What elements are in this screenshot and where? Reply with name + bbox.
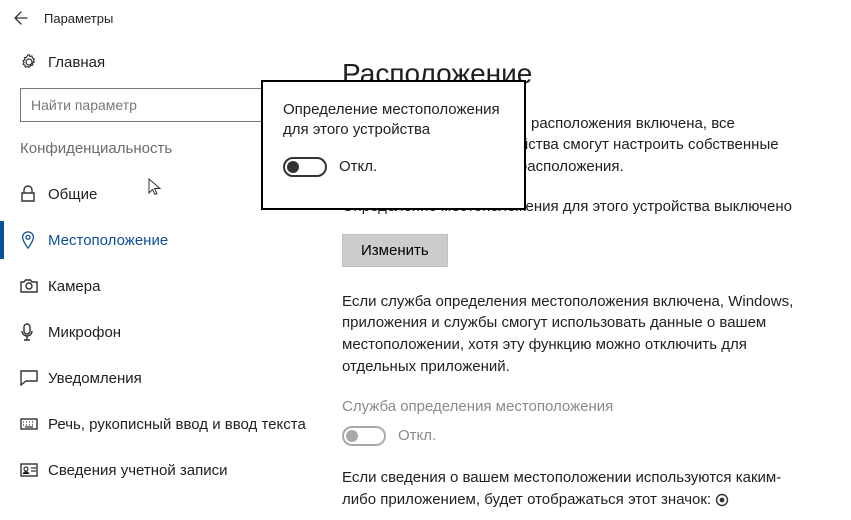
search-input[interactable] bbox=[20, 88, 270, 122]
nav-item-speech[interactable]: Речь, рукописный ввод и ввод текста bbox=[20, 401, 342, 447]
camera-icon bbox=[20, 279, 48, 293]
nav-item-notifications[interactable]: Уведомления bbox=[20, 355, 342, 401]
nav-label: Общие bbox=[48, 186, 97, 203]
back-button[interactable] bbox=[4, 1, 38, 35]
gear-icon bbox=[20, 53, 48, 71]
nav-item-location[interactable]: Местоположение bbox=[20, 217, 342, 263]
nav-label: Речь, рукописный ввод и ввод текста bbox=[48, 416, 306, 433]
nav-list: Общие Местоположение Камера Микрофон bbox=[20, 171, 342, 493]
nav-label: Камера bbox=[48, 278, 100, 295]
location-service-toggle-text: Откл. bbox=[398, 425, 436, 447]
nav-item-camera[interactable]: Камера bbox=[20, 263, 342, 309]
nav-label: Микрофон bbox=[48, 324, 121, 341]
nav-label: Уведомления bbox=[48, 370, 142, 387]
microphone-icon bbox=[20, 323, 48, 341]
app-title: Параметры bbox=[44, 11, 113, 26]
home-label: Главная bbox=[48, 54, 105, 71]
home-link[interactable]: Главная bbox=[20, 40, 342, 84]
back-arrow-icon bbox=[13, 10, 29, 26]
location-device-popup: Определение местоположения для этого уст… bbox=[261, 80, 526, 210]
nav-label: Сведения учетной записи bbox=[48, 462, 228, 479]
nav-item-microphone[interactable]: Микрофон bbox=[20, 309, 342, 355]
popup-toggle-row: Откл. bbox=[283, 157, 504, 177]
popup-title: Определение местоположения для этого уст… bbox=[283, 100, 504, 141]
chat-icon bbox=[20, 370, 48, 386]
service-description: Если служба определения местоположения в… bbox=[342, 291, 812, 378]
popup-toggle-text: Откл. bbox=[339, 158, 377, 175]
location-service-label: Служба определения местоположения bbox=[342, 396, 823, 418]
keyboard-icon bbox=[20, 418, 48, 430]
lock-icon bbox=[20, 185, 48, 203]
usage-paragraph: Если сведения о вашем местоположении исп… bbox=[342, 467, 812, 511]
location-service-toggle-row: Откл. bbox=[342, 425, 823, 447]
popup-location-toggle[interactable] bbox=[283, 157, 327, 177]
location-icon bbox=[20, 231, 48, 249]
location-indicator-icon bbox=[715, 493, 729, 507]
nav-label: Местоположение bbox=[48, 232, 168, 249]
location-service-toggle bbox=[342, 426, 386, 446]
id-card-icon bbox=[20, 463, 48, 477]
nav-item-account[interactable]: Сведения учетной записи bbox=[20, 447, 342, 493]
change-button[interactable]: Изменить bbox=[342, 234, 448, 267]
titlebar: Параметры bbox=[0, 0, 851, 36]
